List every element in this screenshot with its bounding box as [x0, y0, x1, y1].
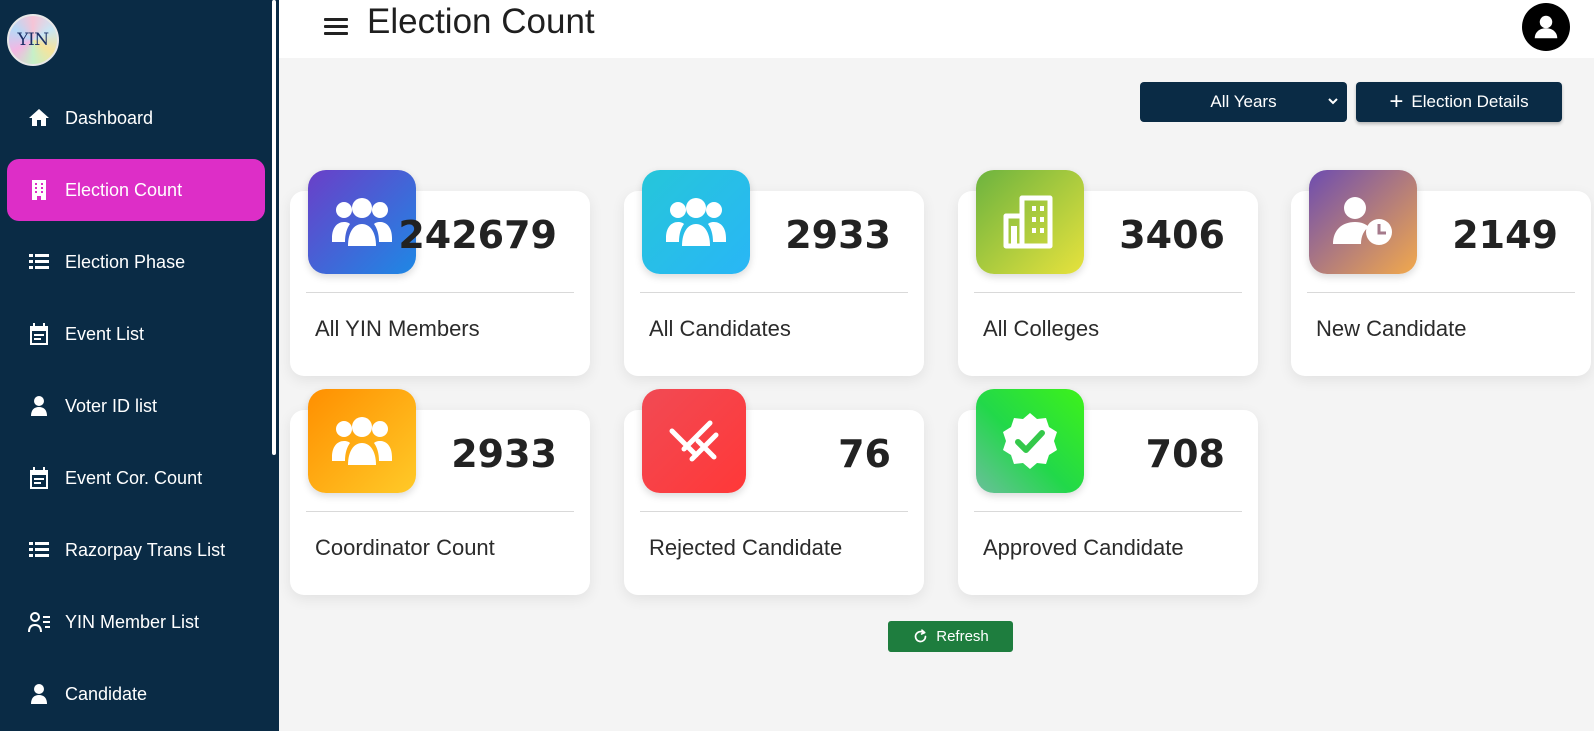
stat-card-new-candidate[interactable]: 2149 New Candidate — [1291, 170, 1591, 376]
sidebar-item-label: YIN Member List — [65, 611, 200, 632]
stat-card-all-candidates[interactable]: 2933 All Candidates — [624, 170, 924, 376]
sidebar-item-label: Dashboard — [65, 107, 154, 128]
stat-card-coordinator-count[interactable]: 2933 Coordinator Count — [290, 389, 590, 595]
election-details-button[interactable]: + Election Details — [1356, 82, 1562, 122]
sidebar-item-label: Event List — [65, 323, 145, 344]
page-title: Election Count — [367, 2, 595, 41]
card-divider — [640, 511, 908, 512]
card-label: Approved Candidate — [983, 535, 1184, 560]
refresh-label: Refresh — [936, 628, 989, 645]
user-circle-icon[interactable] — [1522, 3, 1570, 51]
card-divider — [306, 511, 574, 512]
yin-logo[interactable]: YIN — [7, 14, 59, 66]
card-divider — [1307, 292, 1575, 293]
sidebar-scrollbar[interactable] — [272, 0, 276, 455]
card-value: 242679 — [398, 213, 557, 257]
sidebar-item-yin-member-list[interactable]: YIN Member List — [7, 591, 265, 653]
card-label: All YIN Members — [315, 316, 480, 341]
card-value: 2933 — [451, 432, 557, 476]
stat-card-rejected-candidate[interactable]: 76 Rejected Candidate — [624, 389, 924, 595]
list-icon — [26, 537, 52, 563]
card-label: All Candidates — [649, 316, 791, 341]
card-value: 3406 — [1119, 213, 1225, 257]
year-select[interactable]: All Years — [1140, 82, 1347, 122]
sidebar-item-label: Election Count — [65, 179, 183, 200]
top-header: Election Count — [279, 0, 1594, 58]
user-list-icon — [26, 609, 52, 635]
card-value: 2149 — [1452, 213, 1558, 257]
building-icon — [976, 170, 1084, 274]
user-icon — [26, 393, 52, 419]
card-divider — [640, 292, 908, 293]
card-label: Rejected Candidate — [649, 535, 843, 560]
hamburger-icon[interactable] — [323, 14, 349, 38]
user-clock-icon — [1309, 170, 1417, 274]
sidebar-item-candidate[interactable]: Candidate — [7, 663, 265, 725]
card-value: 2933 — [785, 213, 891, 257]
sidebar-item-election-count[interactable]: Election Count — [7, 159, 265, 221]
logo-text: YIN — [17, 30, 49, 50]
sidebar-item-election-phase[interactable]: Election Phase — [7, 231, 265, 293]
building-icon — [26, 177, 52, 203]
card-divider — [974, 292, 1242, 293]
card-value: 76 — [838, 432, 891, 476]
refresh-button[interactable]: Refresh — [888, 621, 1013, 652]
year-select-value: All Years — [1210, 92, 1277, 111]
card-label: Coordinator Count — [315, 535, 495, 560]
plus-icon: + — [1389, 88, 1404, 115]
card-label: New Candidate — [1316, 316, 1467, 341]
verified-badge-icon — [976, 389, 1084, 493]
users-group-icon — [308, 389, 416, 493]
calendar-icon — [26, 321, 52, 347]
sidebar-item-event-list[interactable]: Event List — [7, 303, 265, 365]
sidebar-item-razorpay-trans-list[interactable]: Razorpay Trans List — [7, 519, 265, 581]
user-icon — [26, 681, 52, 707]
sidebar-item-label: Candidate — [65, 683, 148, 704]
sidebar-item-event-cor-count[interactable]: Event Cor. Count — [7, 447, 265, 509]
users-group-icon — [642, 170, 750, 274]
sidebar-item-label: Election Phase — [65, 251, 186, 272]
card-divider — [974, 511, 1242, 512]
card-label: All Colleges — [983, 316, 1100, 341]
card-value: 708 — [1145, 432, 1225, 476]
sidebar: YIN Dashboard Election Count Election Ph… — [0, 0, 279, 731]
chevron-down-icon — [1328, 98, 1338, 105]
stat-card-approved-candidate[interactable]: 708 Approved Candidate — [958, 389, 1258, 595]
sidebar-item-label: Event Cor. Count — [65, 467, 203, 488]
sidebar-item-label: Razorpay Trans List — [65, 539, 226, 560]
election-details-label: Election Details — [1411, 92, 1529, 111]
home-icon — [26, 105, 52, 131]
stat-card-all-colleges[interactable]: 3406 All Colleges — [958, 170, 1258, 376]
stat-card-all-yin-members[interactable]: 242679 All YIN Members — [290, 170, 590, 376]
rejected-slash-icon — [642, 389, 746, 493]
calendar-icon — [26, 465, 52, 491]
sidebar-item-voter-id-list[interactable]: Voter ID list — [7, 375, 265, 437]
refresh-icon — [914, 629, 927, 643]
card-divider — [306, 292, 574, 293]
sidebar-item-dashboard[interactable]: Dashboard — [7, 87, 265, 149]
list-icon — [26, 249, 52, 275]
sidebar-item-label: Voter ID list — [65, 395, 158, 416]
